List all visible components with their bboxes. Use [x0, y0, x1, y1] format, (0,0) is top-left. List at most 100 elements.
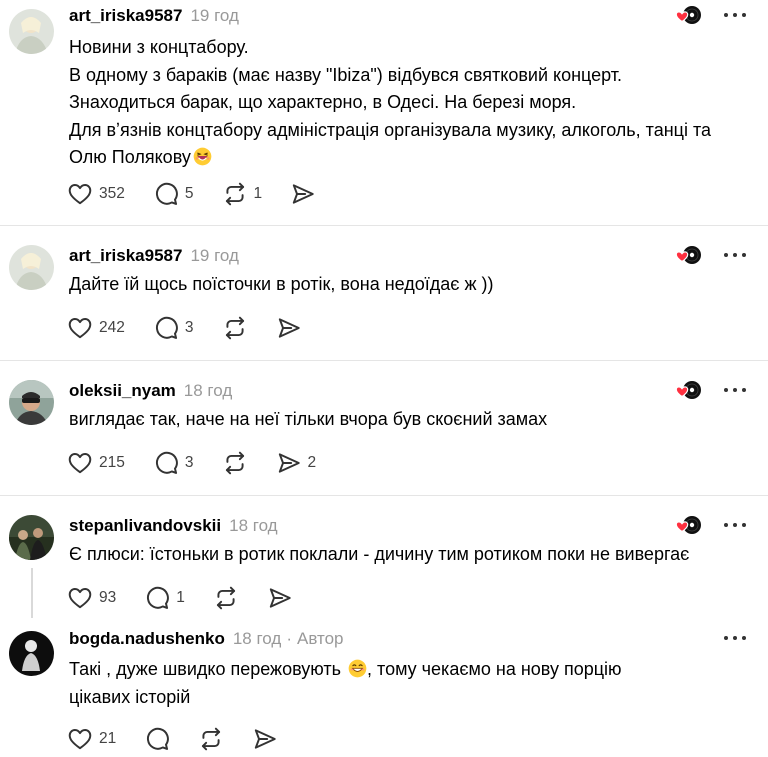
- share-button[interactable]: [276, 315, 302, 341]
- post: art_iriska9587 19 год Дайте їй щось поїс…: [0, 226, 768, 361]
- post-header: bogda.nadushenko 18 год · Автор: [69, 627, 344, 651]
- username[interactable]: stepanlivandovskii: [69, 516, 221, 536]
- action-bar: 242 3: [67, 314, 330, 342]
- reply-button[interactable]: 5: [153, 181, 194, 207]
- reply-count: 1: [176, 589, 185, 606]
- post-text-line: цікавих історій: [69, 686, 191, 707]
- post: stepanlivandovskii 18 год Є плюси: їстон…: [0, 496, 768, 618]
- post-text: виглядає так, наче на неї тільки вчора б…: [69, 406, 749, 434]
- music-vinyl-heart-badge[interactable]: [675, 514, 703, 536]
- timestamp[interactable]: 19 год: [190, 246, 238, 266]
- more-icon[interactable]: [722, 246, 748, 264]
- username[interactable]: bogda.nadushenko: [69, 629, 225, 649]
- share-icon: [276, 450, 302, 476]
- repost-button[interactable]: [213, 585, 239, 611]
- repost-button[interactable]: 1: [222, 181, 263, 207]
- repost-icon: [222, 450, 248, 476]
- share-icon: [276, 315, 302, 341]
- avatar[interactable]: [9, 515, 54, 560]
- repost-button[interactable]: [222, 450, 248, 476]
- post-text-line: Дайте їй щось поїсточки в ротік, вона не…: [69, 274, 494, 294]
- comment-icon: [153, 450, 179, 476]
- timestamp[interactable]: 19 год: [190, 6, 238, 26]
- post-text-line-tail: , тому чекаємо на нову порцію: [367, 659, 622, 679]
- like-count: 21: [99, 730, 117, 747]
- like-button[interactable]: 242: [67, 315, 125, 341]
- avatar[interactable]: [9, 245, 54, 290]
- like-button[interactable]: 215: [67, 450, 125, 476]
- avatar[interactable]: [9, 9, 54, 54]
- music-vinyl-heart-badge[interactable]: [675, 244, 703, 266]
- share-icon: [290, 181, 316, 207]
- timestamp[interactable]: 18 год: [184, 381, 232, 401]
- avatar[interactable]: [9, 380, 54, 425]
- reply-button[interactable]: 1: [144, 585, 185, 611]
- comment-icon: [144, 726, 170, 752]
- post-text-line: Новини з концтабору.: [69, 37, 249, 57]
- comment-icon: [144, 585, 170, 611]
- post-text-line: виглядає так, наче на неї тільки вчора б…: [69, 409, 548, 429]
- heart-icon: [67, 450, 93, 476]
- heart-icon: [67, 315, 93, 341]
- post-text: Дайте їй щось поїсточки в ротік, вона не…: [69, 271, 749, 299]
- username[interactable]: art_iriska9587: [69, 6, 182, 26]
- timestamp[interactable]: 18 год: [233, 629, 281, 649]
- comment-icon: [153, 315, 179, 341]
- share-count: 2: [307, 454, 317, 471]
- action-bar: 93 1: [67, 584, 321, 612]
- music-vinyl-heart-badge[interactable]: [675, 4, 703, 26]
- like-button[interactable]: 21: [67, 726, 116, 752]
- avatar[interactable]: [9, 631, 54, 676]
- author-label: Автор: [296, 629, 344, 648]
- post-text-line: Такі , дуже швидко пережовують: [69, 659, 342, 679]
- repost-icon: [222, 315, 248, 341]
- reply-button[interactable]: 3: [153, 315, 194, 341]
- repost-button[interactable]: [222, 315, 248, 341]
- username[interactable]: art_iriska9587: [69, 246, 182, 266]
- more-icon[interactable]: [722, 381, 748, 399]
- heart-icon: [67, 585, 93, 611]
- post-header: art_iriska9587 19 год: [69, 244, 239, 268]
- post-header: oleksii_nyam 18 год: [69, 379, 232, 403]
- share-button[interactable]: [267, 585, 293, 611]
- music-vinyl-heart-badge[interactable]: [675, 379, 703, 401]
- reply-count: 3: [184, 454, 194, 471]
- share-button[interactable]: [290, 181, 316, 207]
- like-count: 93: [99, 589, 117, 606]
- grinning-emoji-icon: [193, 147, 212, 166]
- repost-button[interactable]: [198, 726, 224, 752]
- separator-dot: ·: [286, 629, 292, 648]
- post-text: Такі , дуже швидко пережовують , тому че…: [69, 656, 749, 711]
- like-button[interactable]: 93: [67, 585, 116, 611]
- share-button[interactable]: [252, 726, 278, 752]
- action-bar: 352 5 1: [67, 180, 344, 208]
- timestamp[interactable]: 18 год: [229, 516, 277, 536]
- post: bogda.nadushenko 18 год · Автор Такі , д…: [0, 618, 768, 757]
- heart-icon: [67, 181, 93, 207]
- post: art_iriska9587 19 год Новини з концтабор…: [0, 0, 768, 226]
- post: oleksii_nyam 18 год виглядає так, наче н…: [0, 361, 768, 496]
- post-text-line: Для вʼязнів концтабору адміністрація орг…: [69, 119, 712, 140]
- more-icon[interactable]: [722, 629, 748, 647]
- smiling-emoji-icon: [348, 659, 367, 678]
- comment-icon: [153, 181, 179, 207]
- username[interactable]: oleksii_nyam: [69, 381, 176, 401]
- post-text-line: Олю Полякову: [69, 147, 191, 167]
- like-button[interactable]: 352: [67, 181, 125, 207]
- repost-count: 1: [253, 185, 263, 202]
- action-bar: 21: [67, 725, 306, 753]
- share-icon: [252, 726, 278, 752]
- more-icon[interactable]: [722, 6, 748, 24]
- more-icon[interactable]: [722, 516, 748, 534]
- reply-count: 3: [184, 319, 194, 336]
- share-button[interactable]: 2: [276, 450, 317, 476]
- post-text: Новини з концтабору. В одному з бараків …: [69, 34, 749, 172]
- post-text-line: Знаходиться барак, що характерно, в Одес…: [69, 92, 577, 112]
- reply-button[interactable]: 3: [153, 450, 194, 476]
- post-header: stepanlivandovskii 18 год: [69, 514, 278, 538]
- post-header: art_iriska9587 19 год: [69, 4, 239, 28]
- reply-button[interactable]: [144, 726, 170, 752]
- post-text-line: Є плюси: їстоньки в ротик поклали - дичи…: [69, 544, 690, 564]
- share-icon: [267, 585, 293, 611]
- repost-icon: [213, 585, 239, 611]
